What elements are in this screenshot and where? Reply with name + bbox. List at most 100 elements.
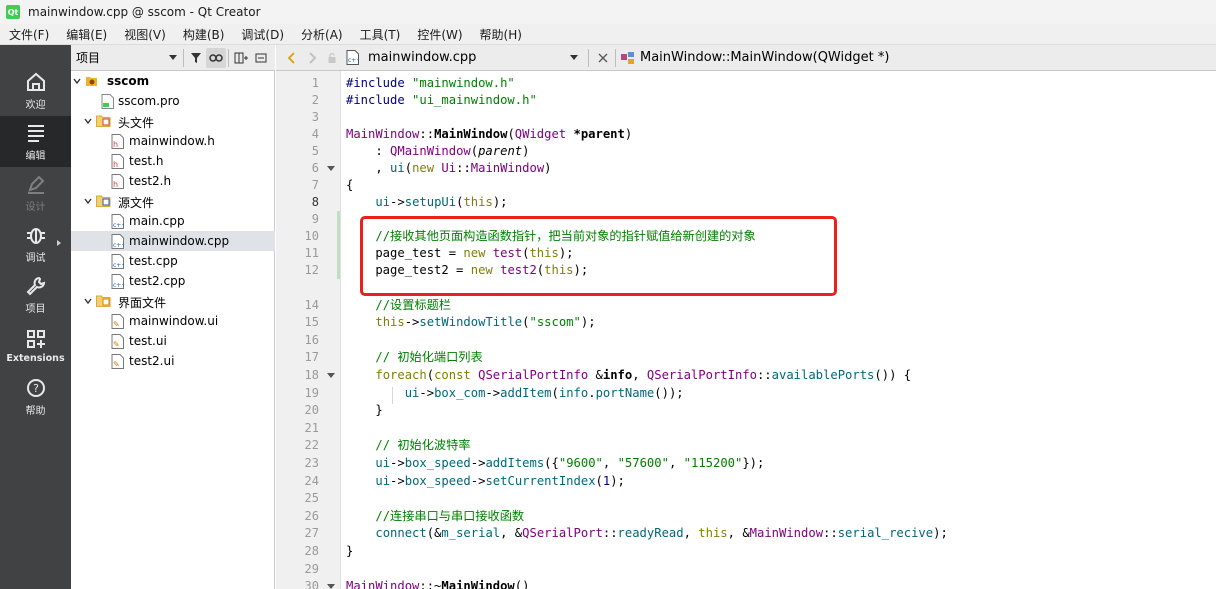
code-line[interactable]: : QMainWindow(parent): [346, 143, 1216, 160]
svg-text:h: h: [113, 140, 118, 149]
code-line[interactable]: [346, 420, 1216, 437]
menu-item[interactable]: 调试(D): [232, 26, 292, 43]
tree-item[interactable]: 界面文件: [71, 291, 275, 311]
code-line[interactable]: }: [346, 543, 1216, 560]
symbol-selector[interactable]: MainWindow::MainWindow(QWidget *): [640, 50, 889, 65]
tree-item[interactable]: h test.h: [71, 151, 275, 171]
tree-item[interactable]: h test2.h: [71, 171, 275, 191]
code-token: , &: [727, 526, 750, 541]
line-number-gutter: 1 2 3 4 5 6 7 8 9 10 11 12 14 15 16 17 18 19 20 21 22 23 24 25 2…: [276, 71, 341, 589]
menu-item[interactable]: 视图(V): [115, 26, 174, 43]
menu-item[interactable]: 分析(A): [292, 26, 351, 43]
back-arrow-icon[interactable]: [282, 48, 302, 68]
mode-button[interactable]: 欢迎: [0, 65, 71, 116]
code-line[interactable]: connect(&m_serial, &QSerialPort::readyRe…: [346, 525, 1216, 542]
code-token: ::: [602, 526, 618, 541]
extensions-grid-icon: [25, 328, 47, 353]
code-line[interactable]: MainWindow::MainWindow(QWidget *parent): [346, 126, 1216, 143]
code-token: #include: [346, 76, 413, 90]
code-token: ui: [375, 195, 391, 209]
code-line[interactable]: //设置标题栏: [346, 297, 1216, 314]
close-panel-icon[interactable]: [251, 48, 271, 68]
code-line[interactable]: foreach(const QSerialPortInfo &info, QSe…: [346, 367, 1216, 384]
tree-item-label: test.h: [129, 154, 164, 168]
code-token: addItems: [485, 456, 545, 470]
mode-button[interactable]: 设计: [0, 167, 71, 218]
tree-item[interactable]: h mainwindow.h: [71, 131, 275, 151]
tree-item[interactable]: c++ mainwindow.cpp: [71, 231, 275, 251]
code-line[interactable]: // 初始化波特率: [346, 437, 1216, 454]
code-line[interactable]: #include "ui_mainwindow.h": [346, 92, 1216, 109]
tree-item[interactable]: ✎ test.ui: [71, 331, 275, 351]
tree-item[interactable]: 头文件: [71, 111, 275, 131]
code-line[interactable]: MainWindow::~MainWindow(): [346, 578, 1216, 589]
code-line[interactable]: [346, 109, 1216, 126]
expand-chevron-icon[interactable]: [84, 297, 92, 305]
code-line[interactable]: [346, 332, 1216, 349]
filter-icon[interactable]: [186, 48, 206, 68]
code-line[interactable]: this->setWindowTitle("sscom");: [346, 314, 1216, 331]
code-editor[interactable]: #include "mainwindow.h" #include "ui_main…: [341, 71, 1216, 589]
code-token: // 初始化波特率: [375, 438, 471, 453]
menu-item[interactable]: 编辑(E): [57, 26, 115, 43]
change-marker: [337, 262, 340, 279]
code-token: ::: [456, 161, 471, 175]
code-line[interactable]: {: [346, 177, 1216, 194]
code-line[interactable]: ui->box_speed->setCurrentIndex(1);: [346, 473, 1216, 490]
code-token: ): [522, 144, 530, 158]
menu-item[interactable]: 工具(T): [351, 26, 409, 43]
project-view-combo[interactable]: 项目: [75, 48, 181, 68]
tree-item-label: test2.h: [129, 174, 172, 188]
mode-button[interactable]: 项目: [0, 269, 71, 320]
expand-chevron-icon[interactable]: [84, 197, 92, 205]
mode-label: 帮助: [25, 405, 46, 417]
code-line[interactable]: [346, 561, 1216, 578]
link-icon[interactable]: [206, 47, 226, 68]
code-line[interactable]: ui->box_com->addItem(info.portName());: [346, 385, 1216, 402]
mode-button[interactable]: ? 帮助: [0, 371, 71, 422]
close-file-icon[interactable]: [593, 48, 613, 68]
tree-item[interactable]: sscom.pro: [71, 91, 275, 111]
code-token: setWindowTitle: [419, 315, 523, 330]
tree-item[interactable]: ✎ mainwindow.ui: [71, 311, 275, 331]
code-token: , &: [500, 526, 523, 541]
tree-item[interactable]: sscom: [71, 71, 275, 91]
mode-button[interactable]: 编辑: [0, 116, 71, 167]
code-token: "sscom": [529, 315, 581, 330]
menu-item[interactable]: 构建(B): [174, 26, 233, 43]
open-file-name[interactable]: mainwindow.cpp: [368, 50, 570, 65]
mode-extensions[interactable]: Extensions: [0, 320, 71, 371]
code-token: QMainWindow: [390, 144, 471, 158]
code-line[interactable]: #include "mainwindow.h": [346, 75, 1216, 92]
code-line[interactable]: }: [346, 402, 1216, 419]
tree-item[interactable]: c++ test2.cpp: [71, 271, 275, 291]
tree-item[interactable]: c++ test.cpp: [71, 251, 275, 271]
fold-marker-icon[interactable]: [327, 373, 335, 378]
code-line[interactable]: ui->box_speed->addItems({"9600", "57600"…: [346, 455, 1216, 472]
split-add-icon[interactable]: [231, 48, 251, 68]
code-line[interactable]: ui->setupUi(this);: [346, 194, 1216, 211]
code-line[interactable]: //连接串口与串口接收函数: [346, 508, 1216, 525]
menu-item[interactable]: 文件(F): [0, 26, 57, 43]
tree-item[interactable]: 源文件: [71, 191, 275, 211]
code-token: ::: [823, 526, 838, 541]
fold-marker-icon[interactable]: [327, 166, 335, 171]
code-line[interactable]: , ui(new Ui::MainWindow): [346, 160, 1216, 177]
expand-chevron-icon[interactable]: [73, 77, 81, 85]
tree-item[interactable]: c++ main.cpp: [71, 211, 275, 231]
fold-marker-icon[interactable]: [327, 584, 335, 589]
class-symbol-icon: [620, 51, 636, 65]
file-dropdown-chevron-icon[interactable]: [570, 55, 578, 60]
mode-button[interactable]: 调试: [0, 218, 71, 269]
tree-item[interactable]: ✎ test2.ui: [71, 351, 275, 371]
menu-item[interactable]: 控件(W): [408, 26, 470, 43]
code-token: foreach: [375, 368, 427, 382]
svg-text:c++: c++: [113, 242, 124, 249]
code-line[interactable]: [346, 490, 1216, 507]
forward-arrow-icon[interactable]: [302, 48, 322, 68]
code-line[interactable]: // 初始化端口列表: [346, 349, 1216, 366]
menu-item[interactable]: 帮助(H): [471, 26, 530, 43]
code-token: ->: [485, 385, 501, 400]
expand-chevron-icon[interactable]: [84, 117, 92, 125]
svg-text:h: h: [113, 160, 118, 169]
